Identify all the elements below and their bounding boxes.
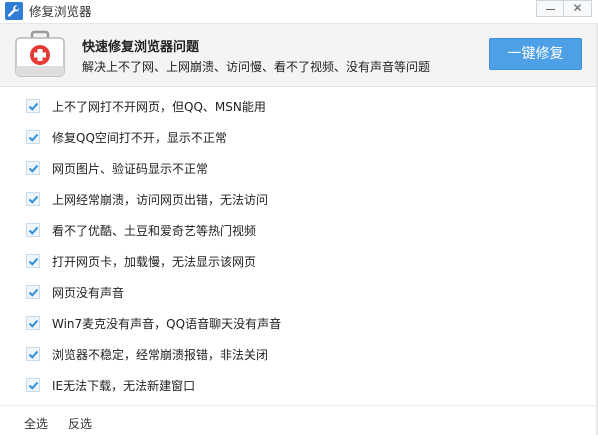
item-label: 打开网页卡，加载慢，无法显示该网页	[52, 255, 257, 269]
close-button[interactable]: ✕	[563, 0, 592, 17]
one-click-fix-button[interactable]: 一键修复	[489, 38, 582, 70]
item-label: 网页图片、验证码显示不正常	[52, 162, 209, 176]
minimize-button[interactable]	[536, 0, 563, 17]
item-label: 修复QQ空间打不开，显示不正常	[52, 131, 227, 145]
list-item[interactable]: 打开网页卡，加载慢，无法显示该网页	[0, 249, 598, 275]
wrench-icon	[5, 2, 23, 20]
header-subtitle: 解决上不了网、上网崩溃、访问慢、看不了视频、没有声音等问题	[82, 60, 431, 74]
checkbox[interactable]	[26, 192, 40, 206]
checkbox[interactable]	[26, 223, 40, 237]
item-label: 浏览器不稳定，经常崩溃报错，非法关闭	[52, 348, 269, 362]
header-panel: 快速修复浏览器问题 解决上不了网、上网崩溃、访问慢、看不了视频、没有声音等问题 …	[0, 24, 598, 87]
item-label: 上网经常崩溃，访问网页出错，无法访问	[52, 193, 269, 207]
window-title: 修复浏览器	[29, 4, 92, 19]
checkbox[interactable]	[26, 99, 40, 113]
checkbox[interactable]	[26, 378, 40, 392]
checkbox[interactable]	[26, 130, 40, 144]
checkbox[interactable]	[26, 347, 40, 361]
item-label: 看不了优酷、土豆和爱奇艺等热门视频	[52, 224, 257, 238]
checkbox[interactable]	[26, 316, 40, 330]
checkbox[interactable]	[26, 254, 40, 268]
footer-bar: 全选 反选	[0, 405, 598, 436]
list-item[interactable]: 看不了优酷、土豆和爱奇艺等热门视频	[0, 218, 598, 244]
list-item[interactable]: IE无法下载，无法新建窗口	[0, 373, 598, 399]
checkbox[interactable]	[26, 161, 40, 175]
title-bar: 修复浏览器 ✕	[0, 0, 598, 24]
item-label: 网页没有声音	[52, 286, 125, 300]
list-item[interactable]: 网页没有声音	[0, 280, 598, 306]
item-label: IE无法下载，无法新建窗口	[52, 379, 196, 393]
header-title: 快速修复浏览器问题	[82, 40, 200, 55]
list-item[interactable]: Win7麦克没有声音，QQ语音聊天没有声音	[0, 311, 598, 337]
item-label: 上不了网打不开网页，但QQ、MSN能用	[52, 100, 266, 114]
list-item[interactable]: 上不了网打不开网页，但QQ、MSN能用	[0, 94, 598, 120]
item-label: Win7麦克没有声音，QQ语音聊天没有声音	[52, 317, 282, 331]
list-item[interactable]: 网页图片、验证码显示不正常	[0, 156, 598, 182]
list-item[interactable]: 上网经常崩溃，访问网页出错，无法访问	[0, 187, 598, 213]
checkbox[interactable]	[26, 285, 40, 299]
list-item[interactable]: 浏览器不稳定，经常崩溃报错，非法关闭	[0, 342, 598, 368]
select-all-link[interactable]: 全选	[24, 415, 48, 432]
invert-selection-link[interactable]: 反选	[68, 415, 92, 432]
first-aid-kit-icon	[12, 28, 68, 80]
list-item[interactable]: 修复QQ空间打不开，显示不正常	[0, 125, 598, 151]
